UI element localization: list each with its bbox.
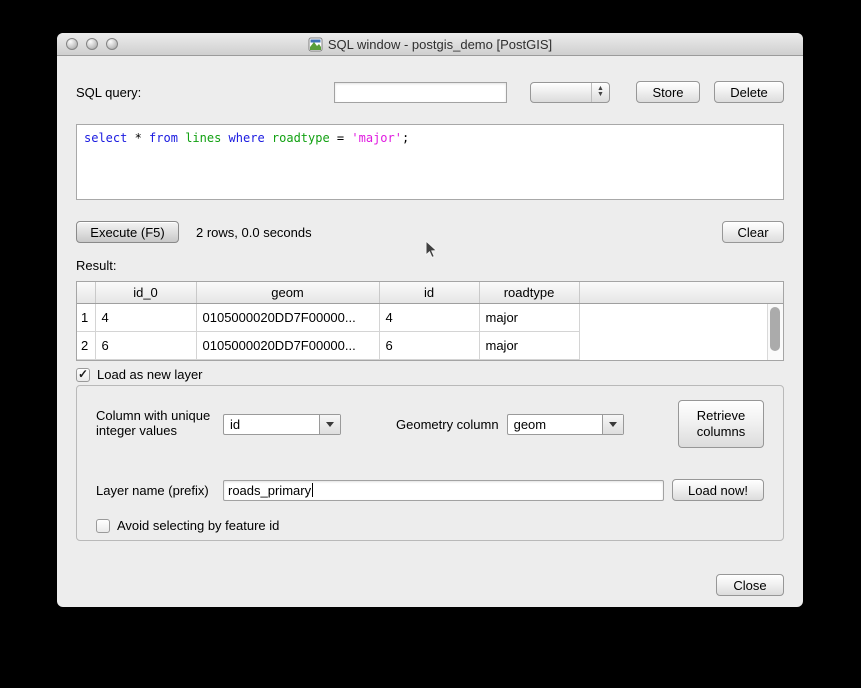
text-caret — [312, 483, 313, 497]
checkbox-unchecked-icon — [96, 519, 110, 533]
sql-token: from — [149, 131, 178, 145]
sql-token: roadtype — [272, 131, 330, 145]
retrieve-columns-button[interactable]: Retrieve columns — [678, 400, 764, 448]
delete-button[interactable]: Delete — [714, 81, 784, 103]
layer-name-value: roads_primary — [228, 483, 311, 498]
dropdown-arrow-icon — [319, 415, 340, 434]
load-options-group: Column with unique integer values id Geo… — [76, 385, 784, 541]
sql-token — [265, 131, 272, 145]
query-status-text: 2 rows, 0.0 seconds — [196, 225, 312, 240]
dropdown-arrow-icon — [602, 415, 623, 434]
load-as-new-layer-checkbox[interactable]: Load as new layer — [76, 367, 784, 382]
execute-button[interactable]: Execute (F5) — [76, 221, 179, 243]
cell-roadtype[interactable]: major — [479, 332, 579, 360]
row-filler — [579, 304, 783, 332]
unique-column-label: Column with unique integer values — [96, 409, 223, 439]
layer-name-input[interactable]: roads_primary — [223, 480, 664, 501]
geometry-column-value: geom — [508, 415, 602, 434]
screen-background: { "window": { "title": "SQL window - pos… — [0, 0, 861, 688]
table-row[interactable]: 1 4 0105000020DD7F00000... 4 major — [77, 304, 783, 332]
window-title: SQL window - postgis_demo [PostGIS] — [328, 37, 552, 52]
load-now-button[interactable]: Load now! — [672, 479, 764, 501]
load-as-new-layer-label: Load as new layer — [97, 367, 203, 382]
sql-editor[interactable]: select * from lines where roadtype = 'ma… — [76, 124, 784, 200]
sql-token: where — [229, 131, 265, 145]
window-icon — [308, 37, 323, 52]
titlebar[interactable]: SQL window - postgis_demo [PostGIS] — [57, 33, 803, 56]
vertical-scrollbar[interactable] — [767, 304, 783, 360]
layer-name-label: Layer name (prefix) — [96, 483, 223, 498]
header-filler — [579, 282, 783, 304]
store-button[interactable]: Store — [636, 81, 700, 103]
cell-id_0[interactable]: 6 — [95, 332, 196, 360]
table-row[interactable]: 2 6 0105000020DD7F00000... 6 major — [77, 332, 783, 360]
row-filler — [579, 332, 783, 360]
close-button[interactable]: Close — [716, 574, 784, 596]
column-header-id[interactable]: id — [379, 282, 479, 304]
cell-geom[interactable]: 0105000020DD7F00000... — [196, 304, 379, 332]
sql-token: select — [84, 131, 127, 145]
sql-token: = — [330, 131, 352, 145]
result-table: id_0 geom id roadtype 1 4 0105000020DD7F… — [76, 281, 784, 361]
clear-button[interactable]: Clear — [722, 221, 784, 243]
table-header-row: id_0 geom id roadtype — [77, 282, 783, 304]
sql-token: lines — [185, 131, 221, 145]
column-header-roadtype[interactable]: roadtype — [479, 282, 579, 304]
checkbox-checked-icon — [76, 368, 90, 382]
avoid-selecting-checkbox[interactable]: Avoid selecting by feature id — [96, 518, 764, 533]
sql-query-text: select * from lines where roadtype = 'ma… — [84, 131, 776, 145]
geometry-column-dropdown[interactable]: geom — [507, 414, 624, 435]
zoom-window-button[interactable] — [106, 38, 118, 50]
cell-id[interactable]: 4 — [379, 304, 479, 332]
scrollbar-thumb[interactable] — [770, 307, 780, 351]
cell-geom[interactable]: 0105000020DD7F00000... — [196, 332, 379, 360]
geometry-column-label: Geometry column — [396, 417, 499, 432]
minimize-window-button[interactable] — [86, 38, 98, 50]
sql-token: ; — [402, 131, 409, 145]
window-controls — [66, 38, 118, 50]
column-header-geom[interactable]: geom — [196, 282, 379, 304]
sql-token — [221, 131, 228, 145]
sql-window: SQL window - postgis_demo [PostGIS] SQL … — [57, 33, 803, 607]
query-name-input[interactable] — [334, 82, 507, 103]
unique-column-dropdown[interactable]: id — [223, 414, 341, 435]
sql-token: * — [127, 131, 149, 145]
column-header-id_0[interactable]: id_0 — [95, 282, 196, 304]
corner-header-cell[interactable] — [77, 282, 95, 304]
cell-id_0[interactable]: 4 — [95, 304, 196, 332]
sql-token: 'major' — [351, 131, 402, 145]
avoid-selecting-label: Avoid selecting by feature id — [117, 518, 279, 533]
cell-roadtype[interactable]: major — [479, 304, 579, 332]
cell-id[interactable]: 6 — [379, 332, 479, 360]
sql-query-label: SQL query: — [76, 85, 141, 100]
row-number: 1 — [77, 304, 95, 332]
close-window-button[interactable] — [66, 38, 78, 50]
result-label: Result: — [76, 258, 784, 273]
stepper-arrows-icon: ▲▼ — [591, 83, 609, 102]
stored-query-dropdown[interactable]: ▲▼ — [530, 82, 610, 103]
unique-column-value: id — [224, 415, 319, 434]
row-number: 2 — [77, 332, 95, 360]
